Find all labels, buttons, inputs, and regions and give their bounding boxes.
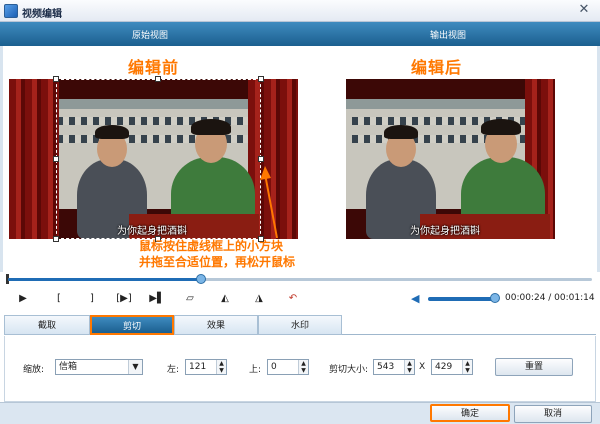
left-label: 左:	[167, 365, 180, 375]
top-label: 上:	[249, 365, 262, 375]
zoom-select[interactable]: 信箱 ▼	[55, 359, 143, 375]
next-frame-icon[interactable]: ▶▌	[148, 290, 166, 308]
rotate-right-icon[interactable]: ◮	[250, 290, 268, 308]
tab-effects[interactable]: 效果	[174, 315, 258, 335]
cancel-button[interactable]: 取消	[514, 405, 592, 423]
preview-area: 编辑前 编辑后 为你起身把酒斟 为你起身把酒斟 鼠标按住虚线框上的小方块 并拖至…	[0, 46, 600, 272]
crop-settings-panel: 缩放: 信箱 ▼ 左: 121 ▲ ▼ 上: 0 ▲ ▼ 剪切大小: 543 ▲ ▼ …	[4, 336, 596, 402]
flip-icon[interactable]: ⏥	[181, 290, 199, 308]
title-bar: 视频编辑 ✕	[0, 0, 600, 22]
left-input[interactable]: 121 ▲ ▼	[185, 359, 227, 375]
volume-icon[interactable]: ◀	[411, 292, 425, 306]
seek-progress	[8, 278, 201, 281]
dialog-footer: 确定 取消	[0, 402, 600, 424]
play-range-icon[interactable]: [▶]	[112, 290, 136, 308]
seek-thumb[interactable]	[195, 274, 206, 284]
reset-button[interactable]: 重置	[495, 358, 573, 376]
tab-trim[interactable]: 截取	[4, 315, 90, 335]
spin-arrows-icon[interactable]: ▲ ▼	[462, 360, 472, 374]
volume-slider[interactable]	[428, 297, 498, 301]
instruction-line-1: 鼠标按住虚线框上的小方块	[139, 239, 284, 253]
tab-bar: 截取 剪切 效果 水印	[4, 315, 596, 335]
crop-size-label: 剪切大小:	[329, 365, 369, 375]
top-input[interactable]: 0 ▲ ▼	[267, 359, 309, 375]
crop-height-input[interactable]: 429 ▲ ▼	[431, 359, 473, 375]
mark-out-icon[interactable]: ]	[83, 290, 101, 308]
play-icon[interactable]: ▶	[14, 290, 32, 308]
time-display: 00:00:24 / 00:01:14	[505, 293, 595, 303]
volume-thumb[interactable]	[490, 293, 500, 303]
crop-height-value: 429	[435, 362, 453, 372]
spin-arrows-icon[interactable]: ▲ ▼	[404, 360, 414, 374]
seek-bar[interactable]	[0, 272, 600, 286]
output-view-label: 输出视图	[430, 31, 467, 41]
instruction-arrow-icon	[260, 166, 278, 239]
mark-in-icon[interactable]: [	[50, 290, 68, 308]
zoom-label: 缩放:	[23, 365, 45, 375]
left-value: 121	[189, 362, 207, 372]
undo-icon[interactable]: ↶	[284, 290, 302, 308]
ok-button[interactable]: 确定	[430, 404, 510, 422]
top-value: 0	[271, 362, 277, 372]
instruction-line-2: 并拖至合适位置，再松开鼠标	[139, 255, 296, 269]
zoom-value: 信箱	[59, 362, 78, 372]
window-title: 视频编辑	[22, 9, 62, 20]
spin-arrows-icon[interactable]: ▲ ▼	[216, 360, 226, 374]
tab-watermark[interactable]: 水印	[258, 315, 342, 335]
playback-controls: ▶ [ ] [▶] ▶▌ ⏥ ◭ ◮ ↶ ◀ 00:00:24 / 00:01:…	[0, 290, 600, 308]
crop-width-input[interactable]: 543 ▲ ▼	[373, 359, 415, 375]
view-header: 原始视图 输出视图	[0, 22, 600, 46]
original-view-label: 原始视图	[132, 31, 169, 41]
crop-width-value: 543	[377, 362, 395, 372]
close-icon[interactable]: ✕	[576, 2, 592, 18]
chevron-down-icon: ▼	[128, 360, 142, 374]
tab-crop[interactable]: 剪切	[90, 315, 174, 335]
rotate-left-icon[interactable]: ◭	[216, 290, 234, 308]
spin-arrows-icon[interactable]: ▲ ▼	[298, 360, 308, 374]
times-label: X	[419, 362, 426, 372]
app-icon	[4, 4, 18, 18]
